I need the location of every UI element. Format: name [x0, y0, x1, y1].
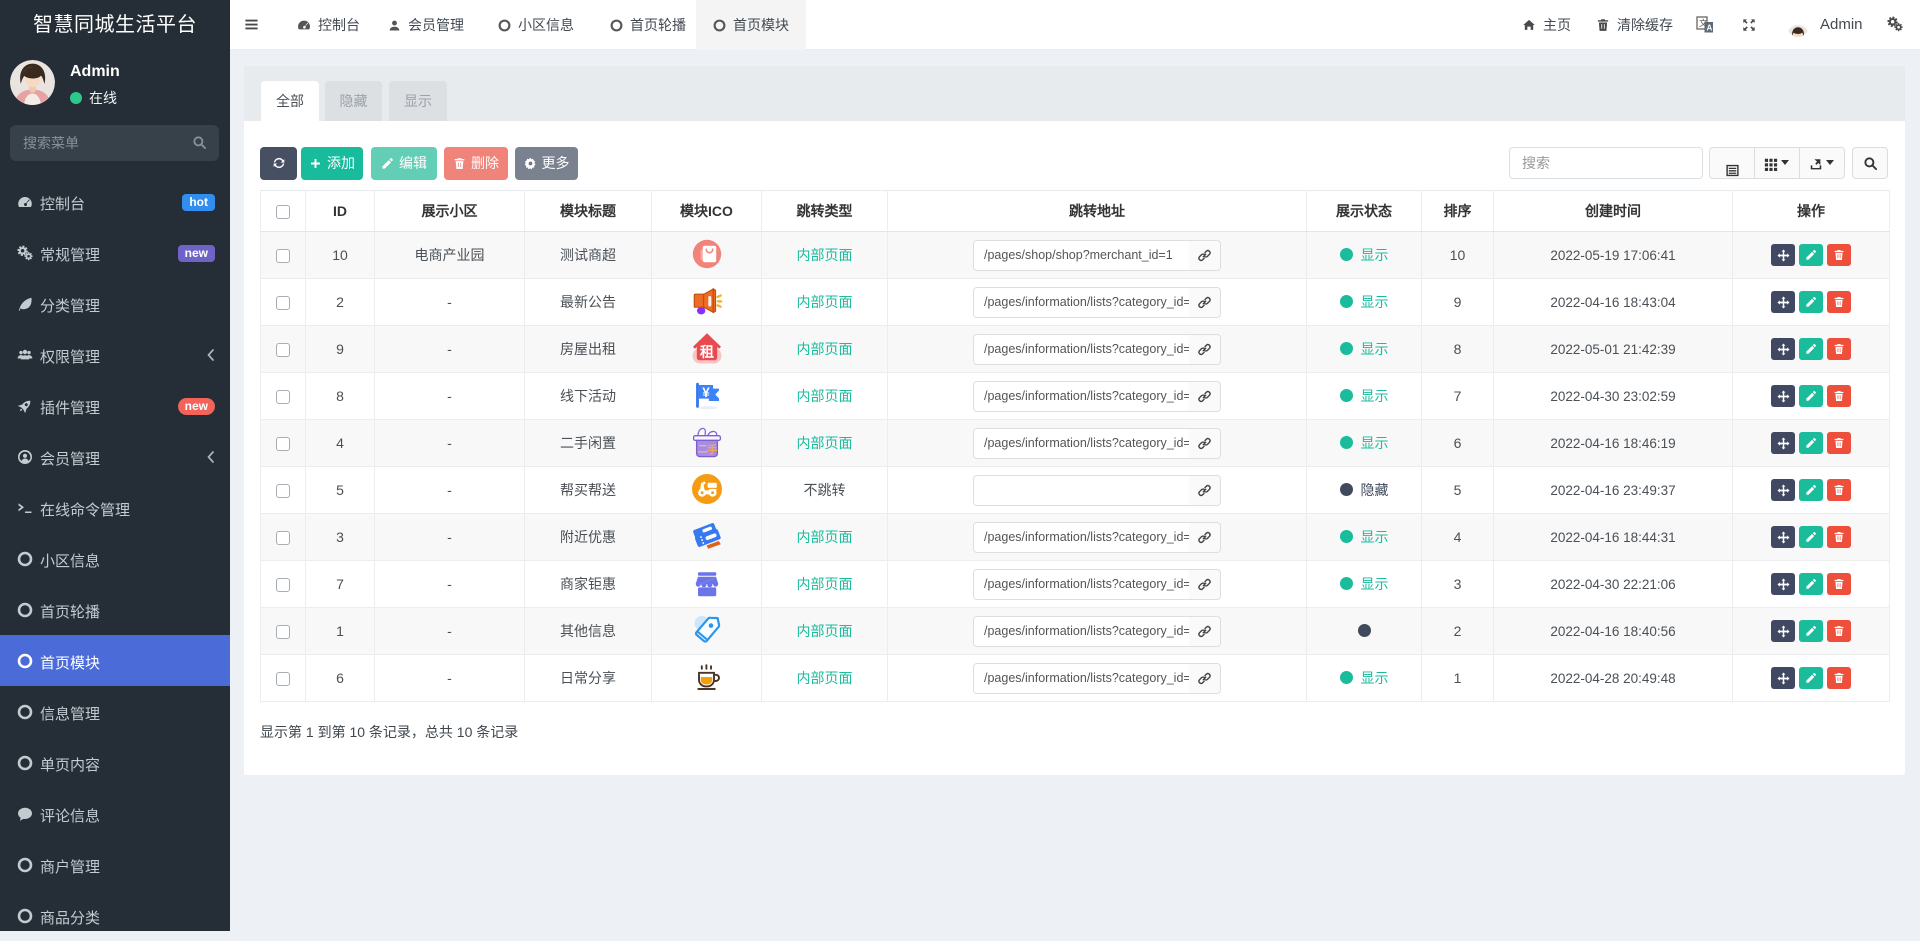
svg-text:手: 手	[706, 442, 717, 455]
svg-text:租: 租	[700, 343, 714, 359]
svg-text:¥: ¥	[702, 385, 710, 400]
